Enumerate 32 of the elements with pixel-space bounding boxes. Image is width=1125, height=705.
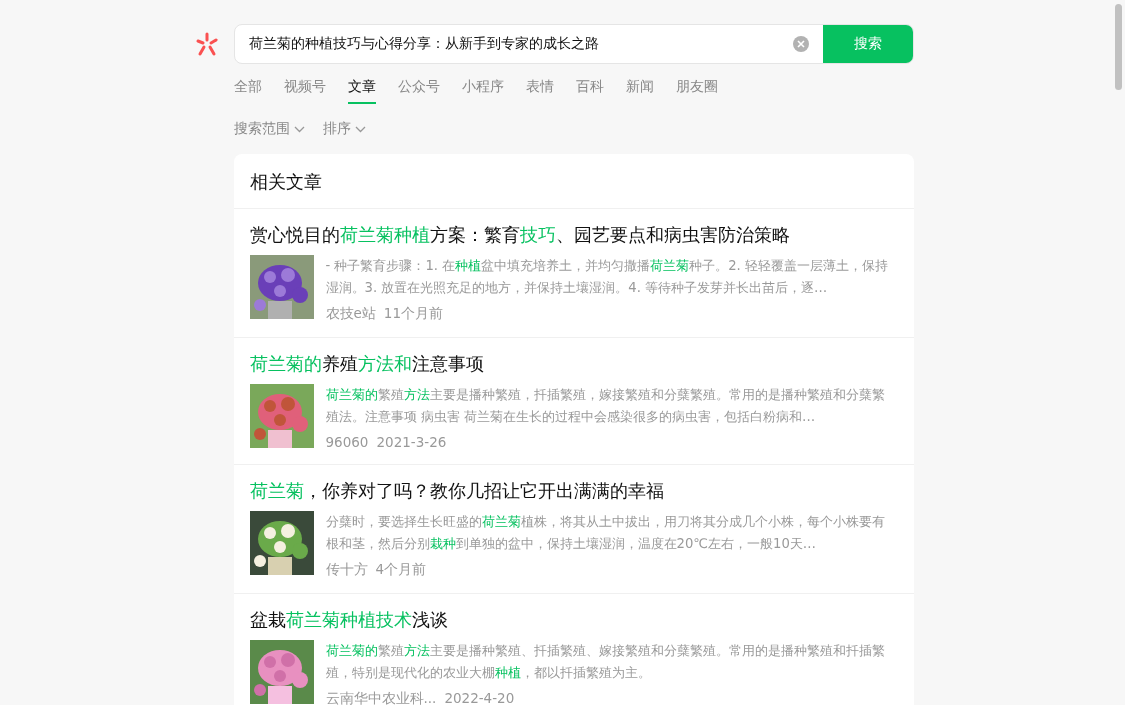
tab[interactable]: 朋友圈	[675, 78, 718, 104]
article-title[interactable]: 赏心悦目的荷兰菊种植方案：繁育技巧、园艺要点和病虫害防治策略	[249, 223, 898, 247]
article-source: 农技e站	[325, 305, 376, 323]
tab[interactable]: 表情	[525, 78, 554, 104]
section-title: 相关文章	[233, 154, 914, 209]
tab[interactable]: 公众号	[397, 78, 440, 104]
clear-icon[interactable]	[792, 36, 809, 52]
article-title[interactable]: 荷兰菊，你养对了吗？教你几招让它开出满满的幸福	[249, 479, 898, 503]
article-time: 11个月前	[383, 305, 443, 323]
article-source: 传十方	[325, 561, 368, 579]
tab[interactable]: 文章	[347, 78, 376, 104]
article-snippet: 荷兰菊的繁殖方法主要是播种繁殖、扦插繁殖、嫁接繁殖和分蘖繁殖。常用的是播种繁殖和扦插繁殖，特别是现代化的农业大棚种植，都以扦插繁殖为主。	[325, 642, 886, 682]
filter-dropdown[interactable]: 排序	[322, 120, 366, 138]
filter-dropdown[interactable]: 搜索范围	[233, 120, 305, 138]
article-time: 2022-4-20	[444, 690, 515, 705]
article-snippet: 荷兰菊的繁殖方法主要是播种繁殖，扦插繁殖，嫁接繁殖和分蘖繁殖。常用的是播种繁殖和分蘖繁殖法。注意事项 病虫害 荷兰菊在生长的过程中会感染很多的病虫害，包括白粉病和…	[325, 386, 886, 426]
tab[interactable]: 视频号	[283, 78, 326, 104]
scrollbar-thumb[interactable]	[1115, 4, 1122, 90]
chevron-down-icon	[293, 125, 305, 133]
search-field[interactable]: 荷兰菊的种植技巧与心得分享：从新手到专家的成长之路 搜索	[233, 24, 914, 64]
article-source: 96060	[325, 434, 369, 450]
article-time: 4个月前	[375, 561, 427, 579]
search-button[interactable]: 搜索	[822, 25, 913, 63]
tab[interactable]: 全部	[233, 78, 262, 104]
article-title[interactable]: 盆栽荷兰菊种植技术浅谈	[249, 608, 898, 632]
tab[interactable]: 新闻	[625, 78, 654, 104]
article-source: 云南华中农业科...	[325, 690, 437, 705]
chevron-down-icon	[354, 125, 366, 133]
article-title[interactable]: 荷兰菊的养殖方法和注意事项	[249, 352, 898, 376]
tab[interactable]: 小程序	[461, 78, 504, 104]
article-time: 2021-3-26	[376, 434, 447, 450]
tab[interactable]: 百科	[575, 78, 604, 104]
